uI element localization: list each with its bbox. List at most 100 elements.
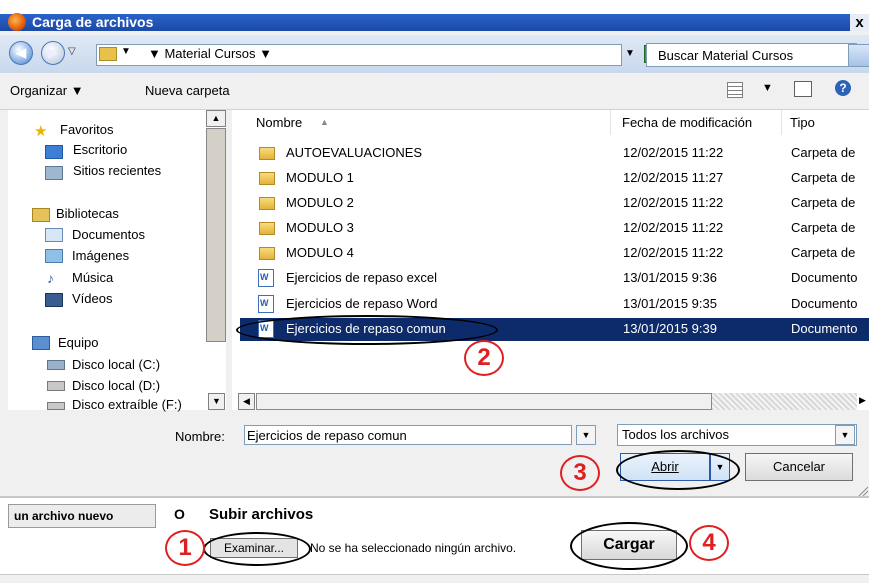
nav-item-imagenes[interactable]: Imágenes: [72, 248, 129, 263]
file-name-input[interactable]: Ejercicios de repaso comun: [244, 425, 572, 445]
file-date: 12/02/2015 11:22: [623, 145, 724, 160]
star-icon: ★: [34, 123, 48, 140]
file-row[interactable]: MODULO 1 12/02/2015 11:27 Carpeta de: [240, 167, 869, 190]
file-row[interactable]: Ejercicios de repaso excel 13/01/2015 9:3…: [240, 267, 869, 290]
file-type: Carpeta de: [791, 220, 856, 235]
nav-item-disco-c[interactable]: Disco local (C:): [72, 357, 160, 372]
file-name: AUTOEVALUACIONES: [286, 145, 423, 160]
firefox-icon: [8, 13, 26, 31]
column-header-name[interactable]: Nombre ▲: [240, 110, 611, 135]
step-marker-4: 4: [689, 525, 729, 561]
page-separator: [0, 496, 869, 498]
views-icon[interactable]: [727, 82, 743, 98]
help-icon[interactable]: ?: [835, 80, 851, 96]
file-type-select[interactable]: Todos los archivos: [617, 424, 857, 446]
horizontal-scroll-thumb[interactable]: [256, 393, 712, 410]
file-row[interactable]: MODULO 4 12/02/2015 11:22 Carpeta de: [240, 242, 869, 265]
annotation-ellipse-browse: [203, 532, 311, 566]
step-marker-3: 3: [560, 455, 600, 491]
annotation-ellipse-selected-file: [236, 315, 498, 345]
nav-item-documentos[interactable]: Documentos: [72, 227, 145, 242]
file-date: 12/02/2015 11:22: [623, 245, 724, 260]
nav-item-equipo[interactable]: Equipo: [58, 335, 98, 350]
step-marker-1: 1: [165, 530, 205, 566]
file-date: 12/02/2015 11:22: [623, 220, 724, 235]
file-type: Carpeta de: [791, 245, 856, 260]
file-type: Documento: [791, 270, 858, 285]
scroll-right-icon[interactable]: ▶: [859, 395, 866, 406]
computer-icon: [32, 336, 50, 350]
file-name: Ejercicios de repaso Word: [286, 296, 438, 311]
videos-icon: [45, 293, 63, 307]
folder-icon: [259, 197, 275, 210]
address-chevron-icon[interactable]: ▼: [121, 46, 131, 57]
search-input[interactable]: Buscar Material Cursos: [658, 48, 838, 63]
file-date: 13/01/2015 9:35: [623, 296, 717, 311]
file-date: 13/01/2015 9:36: [623, 270, 717, 285]
nav-item-escritorio[interactable]: Escritorio: [73, 142, 127, 157]
no-file-selected-text: No se ha seleccionado ningún archivo.: [310, 541, 517, 555]
column-header-type[interactable]: Tipo: [785, 110, 869, 135]
file-name-dropdown[interactable]: ▼: [576, 425, 596, 445]
file-name: MODULO 3: [286, 220, 354, 235]
nav-scroll-thumb[interactable]: [206, 128, 226, 342]
drive-icon: [47, 381, 65, 391]
file-name: MODULO 1: [286, 170, 354, 185]
forward-button[interactable]: ▶: [41, 41, 65, 65]
nav-item-bibliotecas[interactable]: Bibliotecas: [56, 206, 119, 221]
file-row[interactable]: Ejercicios de repaso Word 13/01/2015 9:35…: [240, 293, 869, 316]
horizontal-scroll-track[interactable]: [712, 393, 857, 410]
file-name-label: Nombre:: [175, 429, 225, 444]
resize-grip-icon[interactable]: [856, 486, 869, 496]
folder-icon: [259, 147, 275, 160]
search-icon[interactable]: [848, 44, 869, 67]
step-marker-2: 2: [464, 340, 504, 376]
address-history-dropdown[interactable]: ▼: [625, 48, 635, 59]
column-header-date-label: Fecha de modificación: [622, 115, 753, 130]
file-date: 13/01/2015 9:39: [623, 321, 717, 336]
documents-icon: [45, 228, 63, 242]
file-row[interactable]: AUTOEVALUACIONES 12/02/2015 11:22 Carpeta …: [240, 142, 869, 165]
sort-ascending-icon: ▲: [320, 117, 329, 127]
cancel-button[interactable]: Cancelar: [745, 453, 853, 481]
scroll-down-icon[interactable]: ▼: [208, 393, 225, 410]
file-name: Ejercicios de repaso excel: [286, 270, 438, 285]
annotation-ellipse-open: [616, 450, 740, 490]
desktop-icon: [45, 145, 63, 159]
new-file-tab[interactable]: un archivo nuevo: [8, 504, 156, 528]
file-name: MODULO 4: [286, 245, 354, 260]
organize-button[interactable]: Organizar ▼: [10, 83, 84, 98]
column-header-name-label: Nombre: [256, 115, 303, 130]
file-date: 12/02/2015 11:22: [623, 195, 724, 210]
file-type: Carpeta de: [791, 145, 856, 160]
close-button[interactable]: x: [850, 14, 869, 31]
upload-section-title: Subir archivos: [209, 506, 314, 523]
upload-radio[interactable]: O: [174, 506, 185, 522]
pictures-icon: [45, 249, 63, 263]
column-header-date[interactable]: Fecha de modificación: [617, 110, 782, 135]
nav-item-videos[interactable]: Vídeos: [72, 291, 112, 306]
file-row[interactable]: MODULO 2 12/02/2015 11:22 Carpeta de: [240, 192, 869, 215]
scroll-up-icon[interactable]: ▲: [206, 110, 226, 127]
file-type-dropdown[interactable]: ▼: [835, 425, 855, 445]
folder-icon: [259, 222, 275, 235]
file-row[interactable]: MODULO 3 12/02/2015 11:22 Carpeta de: [240, 217, 869, 240]
new-folder-button[interactable]: Nueva carpeta: [145, 83, 230, 98]
nav-item-disco-d[interactable]: Disco local (D:): [72, 378, 160, 393]
file-name: MODULO 2: [286, 195, 354, 210]
navigation-pane: ★ Favoritos Escritorio Sitios recientes …: [8, 110, 206, 412]
back-button[interactable]: ◀: [9, 41, 33, 65]
recent-places-icon: [45, 166, 63, 180]
recent-pages-chevron-icon[interactable]: ▽: [68, 46, 76, 57]
nav-item-disco-f[interactable]: Disco extraíble (F:): [72, 397, 182, 412]
nav-item-sitios-recientes[interactable]: Sitios recientes: [73, 163, 161, 178]
column-header-type-label: Tipo: [790, 115, 815, 130]
scroll-left-icon[interactable]: ◀: [238, 393, 255, 410]
views-dropdown-icon[interactable]: ▼: [762, 82, 773, 94]
preview-pane-icon[interactable]: [794, 81, 812, 97]
address-path[interactable]: ▼ Material Cursos ▼: [148, 46, 272, 61]
word-document-icon: [258, 269, 274, 287]
nav-item-musica[interactable]: Música: [72, 270, 113, 285]
nav-item-favoritos[interactable]: Favoritos: [60, 122, 113, 137]
drive-icon: [47, 360, 65, 370]
